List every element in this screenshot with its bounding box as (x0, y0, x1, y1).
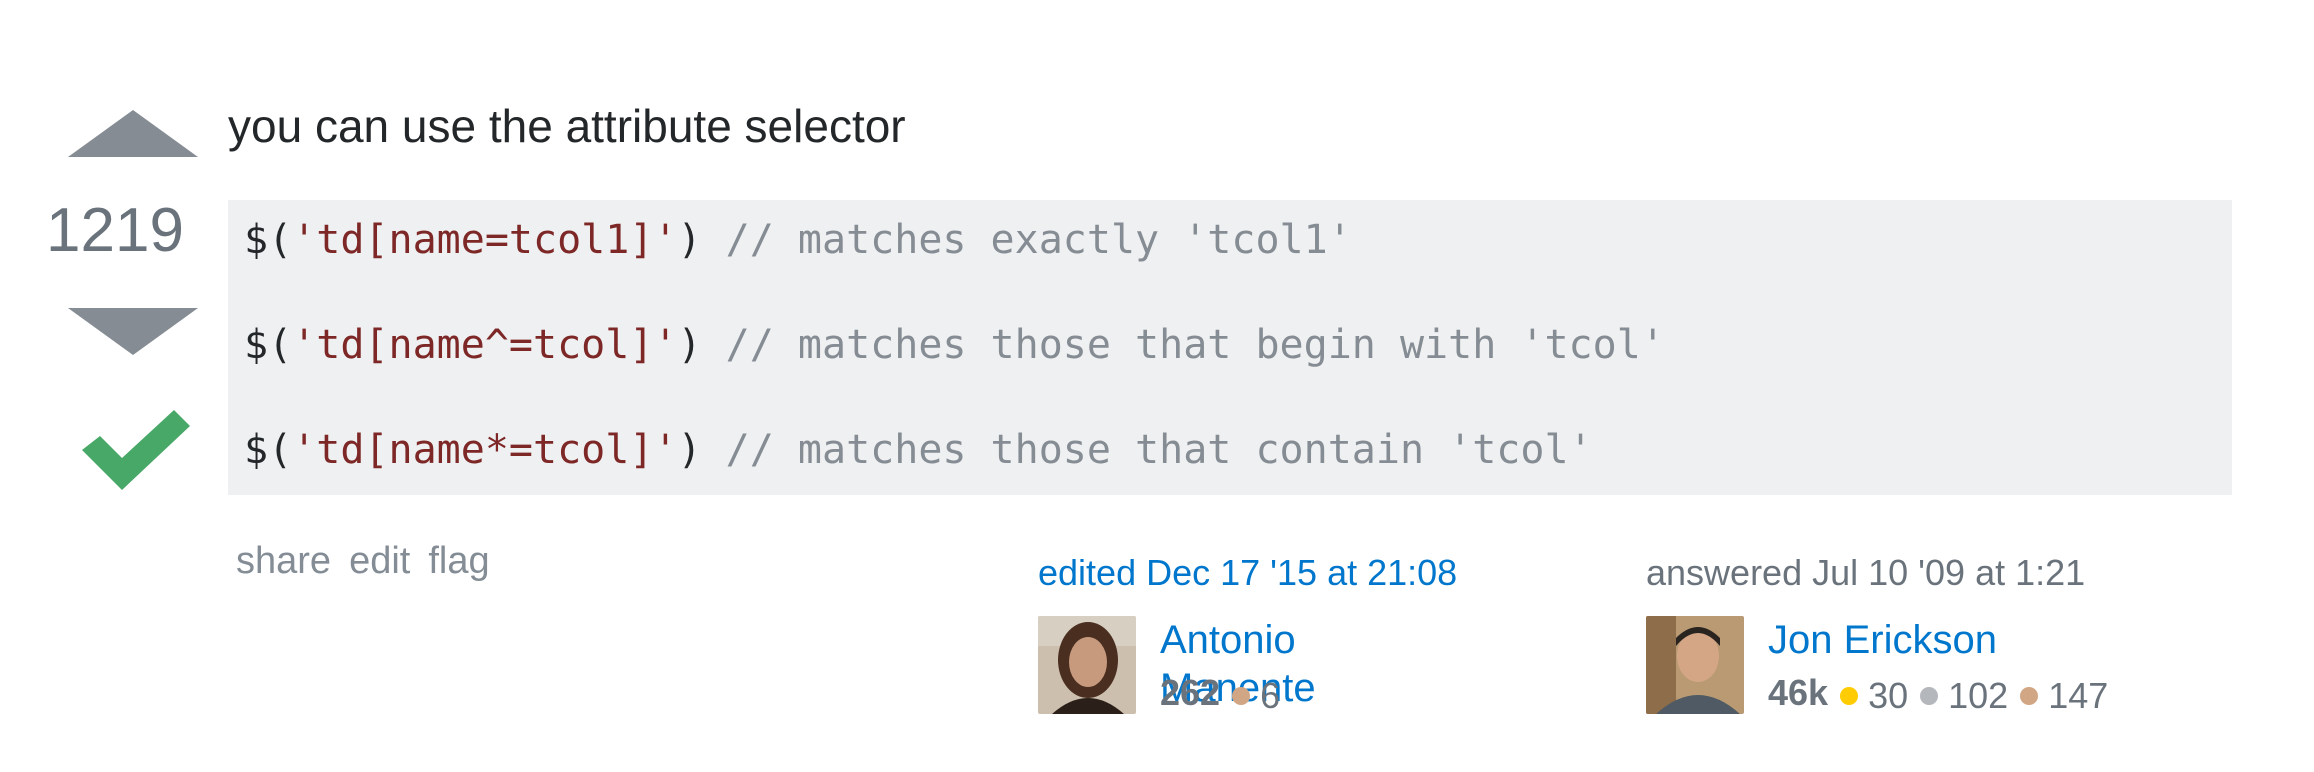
gold-badge-icon (1840, 687, 1859, 705)
owner-signature: answered Jul 10 '09 at 1:21 Jon Erickson… (1646, 552, 2108, 716)
code-string: 'td[name*=tcol]' (292, 427, 678, 473)
edit-link[interactable]: edit (349, 540, 410, 582)
code-line: $('td[name=tcol1]') // matches exactly '… (244, 216, 1352, 264)
bronze-badge-icon (1232, 687, 1251, 705)
silver-badge-icon (1920, 687, 1939, 705)
share-link[interactable]: share (236, 540, 331, 582)
bronze-badge-icon (2020, 687, 2039, 705)
code-comment: // matches those that contain 'tcol' (725, 427, 1593, 473)
avatar[interactable] (1646, 616, 1744, 714)
code-line: $('td[name*=tcol]') // matches those tha… (244, 426, 1593, 474)
avatar[interactable] (1038, 616, 1136, 714)
owner-stats: 46k 30 102 147 (1768, 672, 2120, 717)
silver-count: 102 (1948, 675, 2009, 716)
gold-badges: 30 (1840, 675, 1908, 717)
code-block: $('td[name=tcol1]') // matches exactly '… (228, 200, 2232, 495)
bronze-badges: 147 (2020, 675, 2108, 717)
answered-timestamp: answered Jul 10 '09 at 1:21 (1646, 552, 2086, 593)
bronze-count: 147 (2048, 675, 2109, 716)
bronze-badges: 6 (1232, 675, 1280, 717)
code-line: $('td[name^=tcol]') // matches those tha… (244, 321, 1665, 369)
code-comment: // matches exactly 'tcol1' (725, 217, 1352, 263)
flag-link[interactable]: flag (428, 540, 489, 582)
code-paren: ) (677, 322, 726, 368)
code-paren: ) (677, 427, 726, 473)
arrow-down-icon[interactable] (68, 308, 198, 355)
arrow-up-icon[interactable] (68, 110, 198, 157)
code-function: $( (244, 217, 293, 263)
editor-user: Antonio Manente 2626 (1038, 616, 1457, 716)
answer: 1219 you can use the attribute selector … (0, 0, 2314, 772)
code-paren: ) (677, 217, 726, 263)
code-function: $( (244, 322, 293, 368)
edited-timestamp[interactable]: edited Dec 17 '15 at 21:08 (1038, 552, 1457, 594)
reputation-score: 262 (1160, 672, 1221, 713)
code-function: $( (244, 427, 293, 473)
editor-signature: edited Dec 17 '15 at 21:08 Antonio Manen… (1038, 552, 1457, 716)
vote-count: 1219 (46, 196, 184, 265)
bronze-count: 6 (1260, 675, 1281, 716)
owner-user: Jon Erickson 46k 30 102 147 (1646, 616, 2108, 716)
answer-text: you can use the attribute selector (228, 100, 906, 152)
code-string: 'td[name=tcol1]' (292, 217, 678, 263)
editor-stats: 262 6 (1160, 672, 1292, 717)
code-comment: // matches those that begin with 'tcol' (725, 322, 1665, 368)
owner-name[interactable]: Jon Erickson (1768, 616, 1997, 664)
post-menu: share edit flag (236, 540, 508, 583)
gold-count: 30 (1868, 675, 1909, 716)
silver-badges: 102 (1920, 675, 2008, 717)
checkmark-icon (82, 410, 190, 490)
code-string: 'td[name^=tcol]' (292, 322, 678, 368)
reputation-score: 46k (1768, 672, 1829, 713)
